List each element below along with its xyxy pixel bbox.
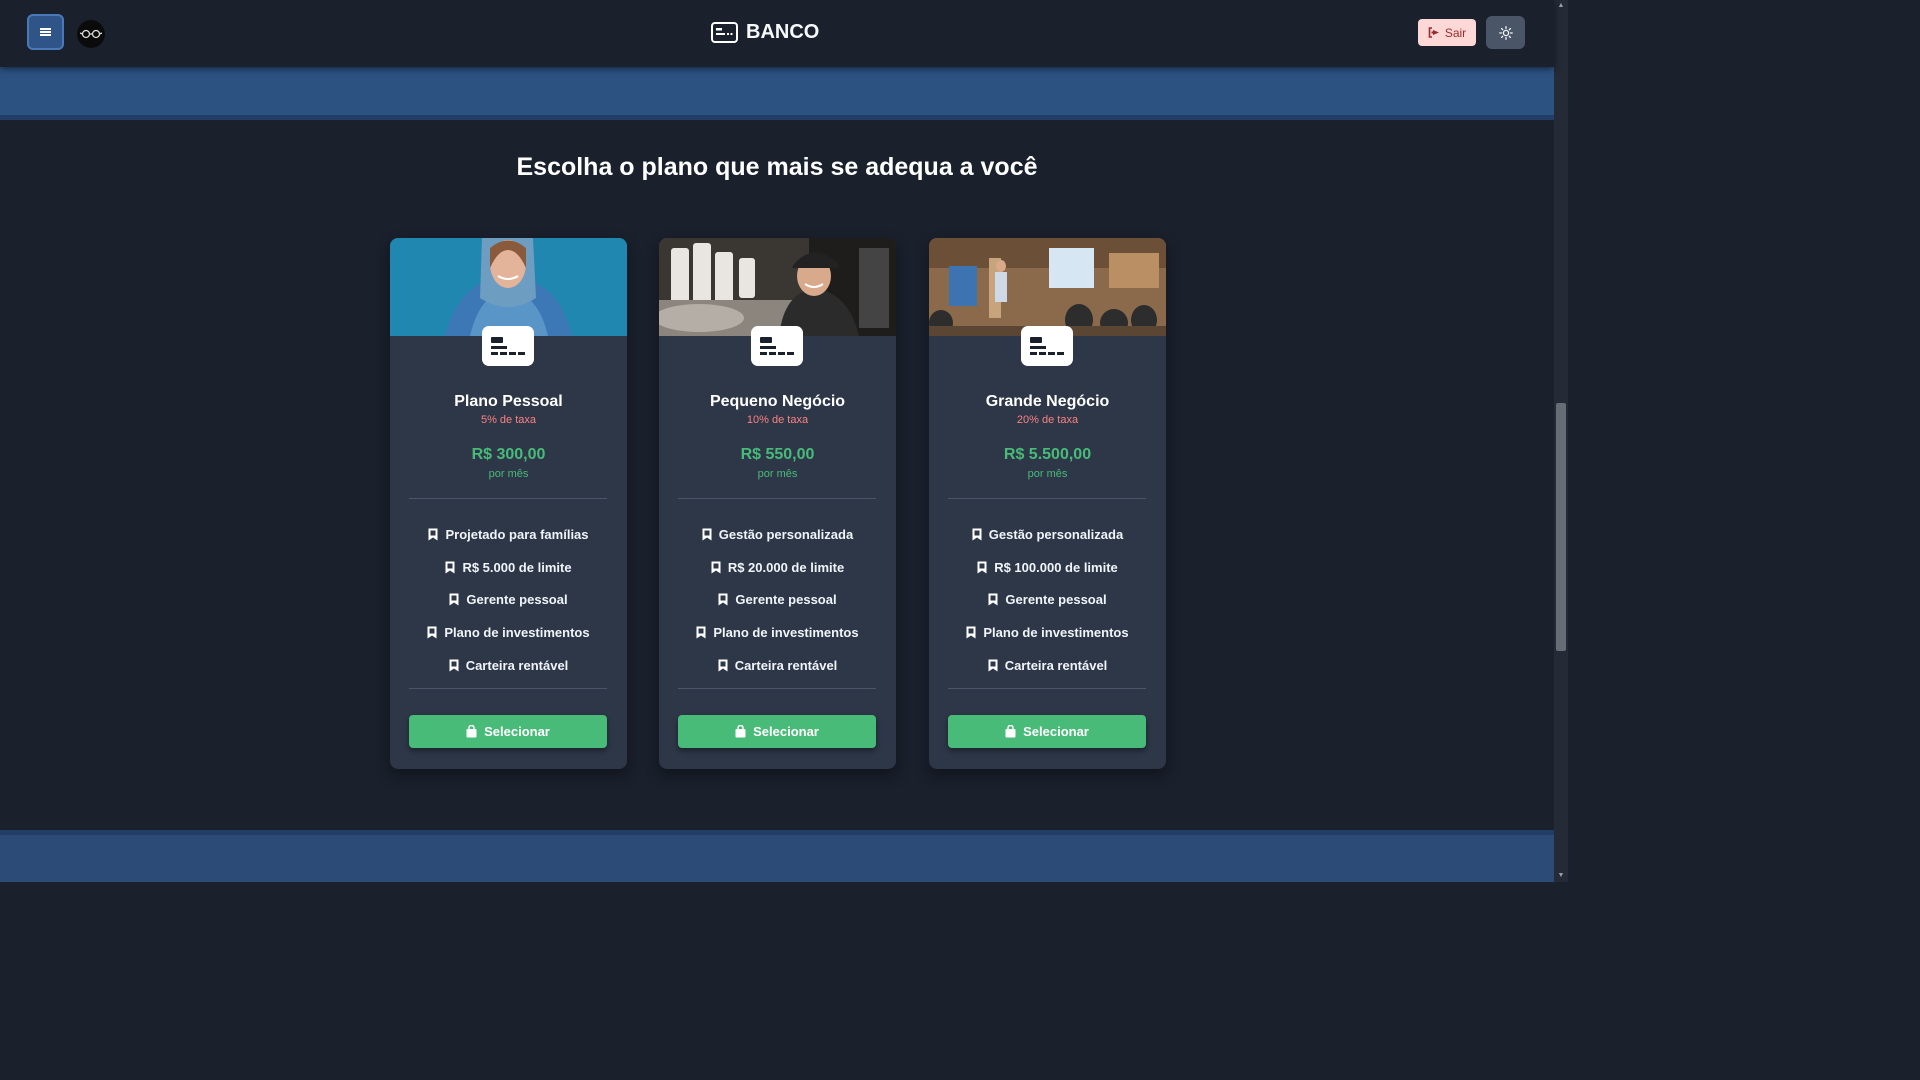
bookmark-icon [988, 659, 998, 672]
bookmark-icon [988, 593, 998, 606]
bookmark-icon [427, 626, 437, 639]
plan-fee: 5% de taxa [480, 414, 537, 426]
scrollbar-thumb[interactable] [1556, 403, 1566, 651]
sign-out-icon [1428, 27, 1439, 38]
plan-period: por mês [488, 468, 529, 480]
feature-item: Plano de investimentos [390, 616, 627, 649]
section-title: Escolha o plano que mais se adequa a voc… [516, 153, 1038, 181]
plan-card-icon [751, 326, 803, 366]
bookmark-icon [428, 528, 438, 541]
card-icon [711, 21, 738, 43]
glasses-icon [80, 29, 102, 39]
plan-fee: 20% de taxa [1016, 414, 1079, 426]
bookmark-icon [445, 561, 455, 574]
plan-card-grande-negocio: Grande Negócio 20% de taxa R$ 5.500,00 p… [929, 238, 1166, 769]
bottom-banner-band [0, 830, 1554, 882]
bookmark-icon [966, 626, 976, 639]
feature-item: Carteira rentável [659, 649, 896, 682]
brand-name: BANCO [746, 20, 820, 43]
sun-icon [1498, 25, 1513, 40]
divider [409, 688, 607, 689]
shopping-bag-icon [466, 725, 477, 738]
plan-name: Grande Negócio [985, 393, 1110, 410]
feature-item: Gerente pessoal [390, 583, 627, 616]
plan-name: Pequeno Negócio [709, 393, 846, 410]
plan-photo-barista [659, 238, 896, 336]
bookmark-icon [449, 593, 459, 606]
bookmark-icon [702, 528, 712, 541]
plan-fee: 10% de taxa [746, 414, 809, 426]
plan-photo-woman [390, 238, 627, 336]
feature-item: R$ 20.000 de limite [659, 551, 896, 584]
card-icon [1030, 337, 1064, 355]
feature-item: Gerente pessoal [929, 583, 1166, 616]
plan-card-icon [1021, 326, 1073, 366]
feature-list: Projetado para famílias R$ 5.000 de limi… [390, 518, 627, 681]
plan-price: R$ 550,00 [740, 446, 815, 463]
avatar[interactable] [77, 20, 105, 48]
bookmark-icon [972, 528, 982, 541]
scroll-down-icon[interactable]: ▼ [1556, 871, 1566, 881]
feature-list: Gestão personalizada R$ 100.000 de limit… [929, 518, 1166, 681]
feature-item: Plano de investimentos [659, 616, 896, 649]
plan-period: por mês [757, 468, 798, 480]
divider [409, 498, 607, 499]
feature-item: Plano de investimentos [929, 616, 1166, 649]
bookmark-icon [718, 659, 728, 672]
plan-price: R$ 5.500,00 [1003, 446, 1092, 463]
theme-toggle-button[interactable] [1486, 16, 1525, 49]
divider [948, 498, 1146, 499]
shopping-bag-icon [1005, 725, 1016, 738]
plan-card-icon [482, 326, 534, 366]
logout-button[interactable]: Sair [1418, 19, 1476, 46]
bookmark-icon [977, 561, 987, 574]
divider [678, 498, 876, 499]
brand-logo[interactable]: BANCO [711, 18, 819, 46]
feature-item: R$ 100.000 de limite [929, 551, 1166, 584]
top-navbar: BANCO Sair [0, 0, 1554, 67]
feature-item: Carteira rentável [929, 649, 1166, 682]
shopping-bag-icon [735, 725, 746, 738]
feature-list: Gestão personalizada R$ 20.000 de limite… [659, 518, 896, 681]
bookmark-icon [711, 561, 721, 574]
divider [678, 688, 876, 689]
feature-item: Projetado para famílias [390, 518, 627, 551]
feature-item: Carteira rentável [390, 649, 627, 682]
select-plan-button[interactable]: Selecionar [948, 715, 1146, 748]
bookmark-icon [449, 659, 459, 672]
plan-name: Plano Pessoal [454, 393, 563, 410]
top-banner-band [0, 67, 1554, 120]
select-plan-button[interactable]: Selecionar [409, 715, 607, 748]
feature-item: Gestão personalizada [929, 518, 1166, 551]
menu-button[interactable] [27, 14, 64, 50]
plan-card-pequeno-negocio: Pequeno Negócio 10% de taxa R$ 550,00 po… [659, 238, 896, 769]
scroll-up-icon[interactable]: ▲ [1556, 1, 1566, 11]
feature-item: Gerente pessoal [659, 583, 896, 616]
select-plan-button[interactable]: Selecionar [678, 715, 876, 748]
plan-photo-office [929, 238, 1166, 336]
card-icon [760, 337, 794, 355]
bookmark-icon [696, 626, 706, 639]
logout-label: Sair [1444, 25, 1467, 40]
divider [948, 688, 1146, 689]
feature-item: Gestão personalizada [659, 518, 896, 551]
plan-card-pessoal: Plano Pessoal 5% de taxa R$ 300,00 por m… [390, 238, 627, 769]
hamburger-icon [40, 28, 51, 36]
bookmark-icon [718, 593, 728, 606]
plan-period: por mês [1027, 468, 1068, 480]
feature-item: R$ 5.000 de limite [390, 551, 627, 584]
plan-price: R$ 300,00 [471, 446, 546, 463]
card-icon [491, 337, 525, 355]
